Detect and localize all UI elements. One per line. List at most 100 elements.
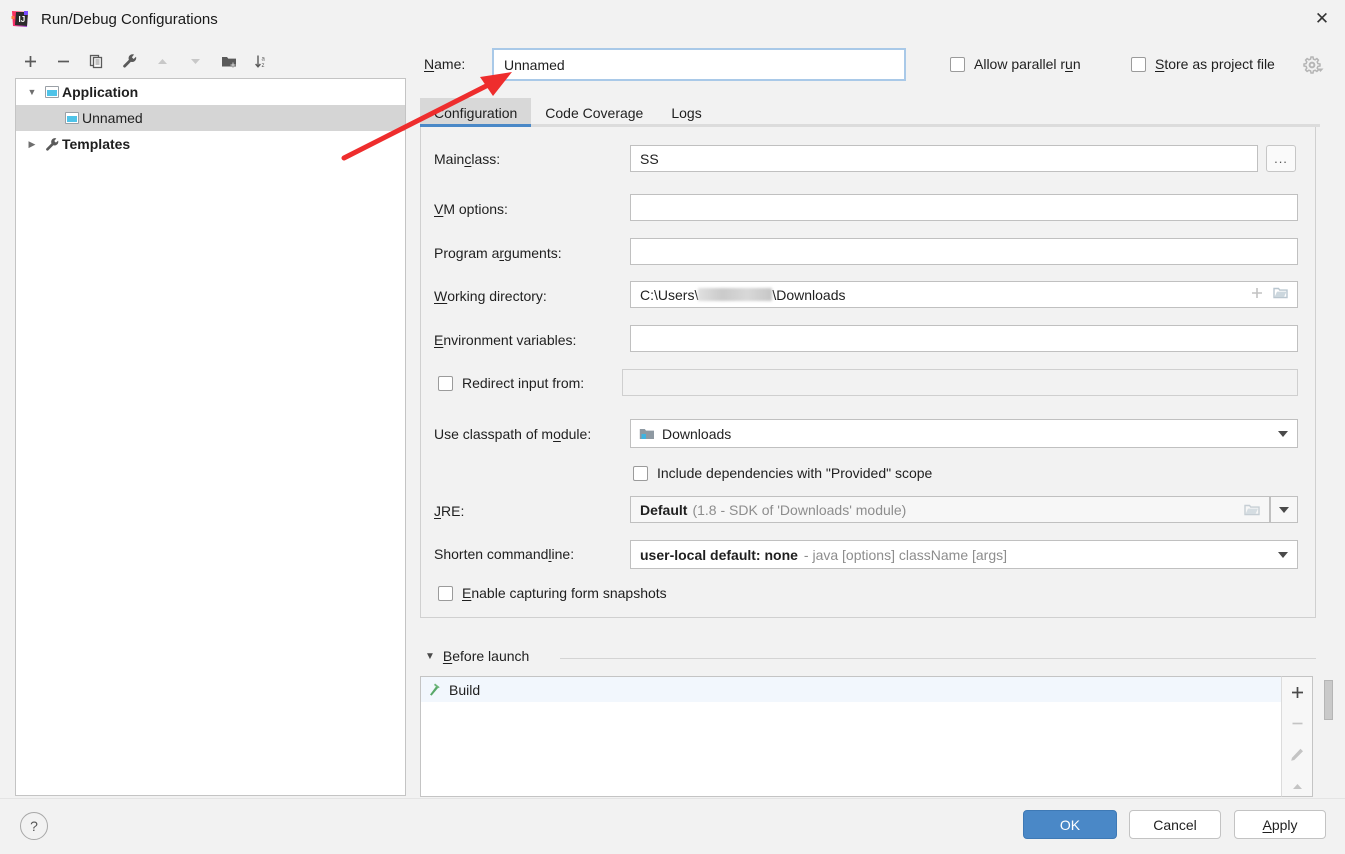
sort-alphabetically-icon[interactable]: a z <box>245 47 278 75</box>
jre-dropdown-button[interactable] <box>1270 496 1298 523</box>
svg-text:a: a <box>261 56 265 62</box>
move-up-icon <box>146 47 179 75</box>
remove-task-button <box>1284 714 1310 733</box>
copy-icon[interactable] <box>80 47 113 75</box>
use-classpath-of-module-label: Use classpath of module: <box>434 426 591 442</box>
chevron-right-icon[interactable] <box>22 139 42 150</box>
main-class-label: Main class: <box>434 151 500 167</box>
redirect-input-from-label: Redirect input from: <box>462 375 584 391</box>
include-provided-scope-checkbox-row[interactable]: Include dependencies with "Provided" sco… <box>633 465 932 481</box>
store-as-project-file-label: Store as project file <box>1155 56 1275 72</box>
main-class-input[interactable]: SS <box>630 145 1258 172</box>
title-bar: IJ Run/Debug Configurations ✕ <box>0 0 1345 38</box>
store-as-project-file-checkbox[interactable] <box>1131 57 1146 72</box>
tree-node-label: Templates <box>62 136 130 152</box>
remove-icon[interactable] <box>47 47 80 75</box>
working-directory-value-prefix: C:\Users\ <box>640 287 698 303</box>
move-task-up-button <box>1284 777 1310 796</box>
tree-node-label: Application <box>62 84 138 100</box>
redirect-input-from-checkbox-row[interactable]: Redirect input from: <box>438 375 584 391</box>
module-icon <box>639 427 662 441</box>
gear-icon[interactable] <box>1303 56 1321 77</box>
svg-text:IJ: IJ <box>19 15 26 24</box>
dropdown-icon[interactable] <box>1278 541 1297 568</box>
edit-task-button <box>1284 746 1310 765</box>
tree-node-templates[interactable]: Templates <box>16 131 405 157</box>
folder-icon[interactable] <box>1273 286 1288 303</box>
before-launch-item-label: Build <box>449 682 480 698</box>
tab-logs[interactable]: Logs <box>657 98 715 127</box>
jre-combobox[interactable]: Default (1.8 - SDK of 'Downloads' module… <box>630 496 1270 523</box>
before-launch-list[interactable]: Build <box>420 676 1281 797</box>
before-launch-item[interactable]: Build <box>421 677 1281 702</box>
tab-bar: Configuration Code Coverage Logs <box>420 98 1320 127</box>
environment-variables-label: Environment variables: <box>434 332 576 348</box>
vm-options-input[interactable] <box>630 194 1298 221</box>
shorten-command-line-label: Shorten command line: <box>434 546 574 562</box>
jre-label: JRE: <box>434 503 464 519</box>
jre-browse-icon[interactable] <box>1244 497 1269 522</box>
vm-options-label: VM options: <box>434 201 508 217</box>
tab-code-coverage[interactable]: Code Coverage <box>531 98 657 127</box>
intellij-idea-logo-icon: IJ <box>10 9 30 29</box>
configurations-toolbar: a z <box>14 46 406 76</box>
add-task-button[interactable] <box>1284 683 1310 702</box>
allow-parallel-run-checkbox-row[interactable]: Allow parallel run <box>950 56 1081 72</box>
macro-plus-icon[interactable] <box>1250 286 1264 303</box>
working-directory-value-suffix: \Downloads <box>772 287 845 303</box>
working-directory-label: Working directory: <box>434 288 547 304</box>
use-classpath-of-module-value: Downloads <box>662 426 731 442</box>
chevron-down-icon[interactable]: ▼ <box>425 651 435 662</box>
redirect-input-from-checkbox[interactable] <box>438 376 453 391</box>
cancel-button[interactable]: Cancel <box>1129 810 1221 839</box>
tree-node-application[interactable]: Application <box>16 79 405 105</box>
application-config-icon <box>62 112 82 124</box>
working-directory-input[interactable]: C:\Users\ \Downloads <box>630 281 1298 308</box>
new-folder-icon[interactable] <box>212 47 245 75</box>
move-down-icon <box>179 47 212 75</box>
tree-node-unnamed[interactable]: Unnamed <box>16 105 405 131</box>
apply-button[interactable]: Apply <box>1234 810 1326 839</box>
enable-form-snapshots-label: Enable capturing form snapshots <box>462 585 667 601</box>
redirect-input-from-input <box>622 369 1298 396</box>
wrench-icon <box>42 137 62 152</box>
include-provided-scope-checkbox[interactable] <box>633 466 648 481</box>
allow-parallel-run-label: Allow parallel run <box>974 56 1081 72</box>
shorten-command-line-value-main: user-local default: none <box>640 547 798 563</box>
help-button[interactable]: ? <box>20 812 48 840</box>
program-arguments-label: Program arguments: <box>434 245 562 261</box>
before-launch-side-toolbar <box>1281 676 1313 797</box>
use-classpath-of-module-combobox[interactable]: Downloads <box>630 419 1298 448</box>
include-provided-scope-label: Include dependencies with "Provided" sco… <box>657 465 932 481</box>
chevron-down-icon[interactable] <box>22 87 42 97</box>
environment-variables-input[interactable] <box>630 325 1298 352</box>
jre-value-main: Default <box>640 502 687 518</box>
ok-button[interactable]: OK <box>1023 810 1117 839</box>
add-icon[interactable] <box>14 47 47 75</box>
before-launch-title: Before launch <box>443 648 529 664</box>
svg-text:z: z <box>261 63 264 69</box>
window-title: Run/Debug Configurations <box>41 11 218 28</box>
enable-form-snapshots-checkbox-row[interactable]: Enable capturing form snapshots <box>438 585 667 601</box>
redacted-username <box>698 288 772 301</box>
jre-value-note: (1.8 - SDK of 'Downloads' module) <box>692 502 906 518</box>
panel-scrollbar-thumb[interactable] <box>1324 680 1333 720</box>
program-arguments-input[interactable] <box>630 238 1298 265</box>
allow-parallel-run-checkbox[interactable] <box>950 57 965 72</box>
edit-templates-wrench-icon[interactable] <box>113 47 146 75</box>
tab-configuration[interactable]: Configuration <box>420 98 531 127</box>
main-class-browse-button[interactable]: ... <box>1266 145 1296 172</box>
working-directory-adornments <box>1250 282 1297 307</box>
shorten-command-line-value-note: - java [options] className [args] <box>804 547 1007 563</box>
close-icon[interactable]: ✕ <box>1299 0 1345 38</box>
build-hammer-icon <box>427 682 442 697</box>
configurations-tree[interactable]: Application Unnamed Templates <box>15 78 406 796</box>
tree-node-label: Unnamed <box>82 110 143 126</box>
store-as-project-file-checkbox-row[interactable]: Store as project file <box>1131 56 1275 72</box>
before-launch-header[interactable]: ▼ Before launch <box>425 648 529 664</box>
enable-form-snapshots-checkbox[interactable] <box>438 586 453 601</box>
name-input[interactable]: Unnamed <box>492 48 906 81</box>
name-label: Name: <box>424 56 465 72</box>
dropdown-icon[interactable] <box>1278 420 1297 447</box>
shorten-command-line-combobox[interactable]: user-local default: none - java [options… <box>630 540 1298 569</box>
